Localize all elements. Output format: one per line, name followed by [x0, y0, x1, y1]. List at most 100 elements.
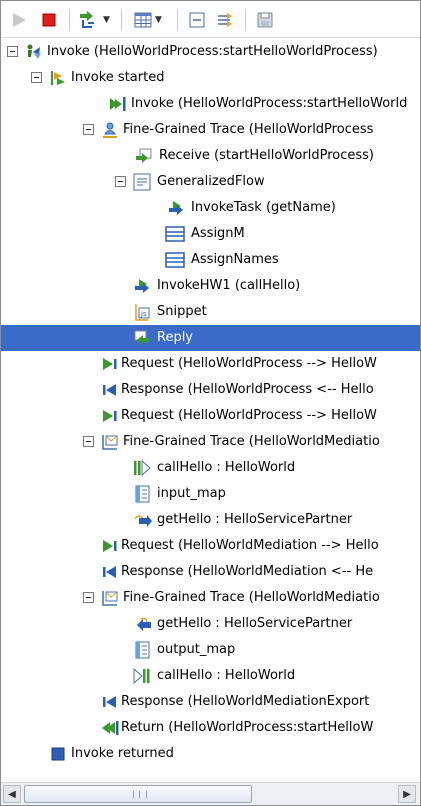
- tree-row-invoke-returned[interactable]: Invoke returned: [1, 741, 420, 767]
- mediation-trace-icon: [101, 433, 119, 451]
- tree-row-label: callHello : HelloWorld: [157, 668, 296, 683]
- tree-row-invoke-call[interactable]: Invoke (HelloWorldProcess:startHelloWorl…: [1, 91, 420, 117]
- tree-row-label: Return (HelloWorldProcess:startHelloW: [121, 720, 374, 735]
- tree-row-label: Fine-Grained Trace (HelloWorldMediatio: [123, 434, 380, 449]
- tree-row-get-hello[interactable]: getHello : HelloServicePartner: [1, 507, 420, 533]
- tree-row-request[interactable]: Request (HelloWorldProcess --> HelloW: [1, 403, 420, 429]
- request-icon: [101, 537, 119, 555]
- tree-row-label: Request (HelloWorldProcess --> HelloW: [121, 408, 377, 423]
- trace-tree: Invoke (HelloWorldProcess:startHelloWorl…: [1, 39, 420, 781]
- toolbar: ▼ ▼: [1, 1, 420, 38]
- tree-row-label: Fine-Grained Trace (HelloWorldProcess: [123, 122, 374, 137]
- tree-row-invoke-hw1[interactable]: InvokeHW1 (callHello): [1, 273, 420, 299]
- tree-row-assign-m[interactable]: AssignM: [1, 221, 420, 247]
- chevron-down-icon[interactable]: ▼: [155, 15, 162, 25]
- request-icon: [101, 355, 119, 373]
- tree-row-label: GeneralizedFlow: [157, 174, 265, 189]
- tree-row-output-map[interactable]: output_map: [1, 637, 420, 663]
- tree-row-label: Invoke (HelloWorldProcess:startHelloWorl…: [131, 96, 408, 111]
- tree-row-label: getHello : HelloServicePartner: [157, 512, 353, 527]
- collapse-toggle[interactable]: [83, 436, 94, 447]
- step-icon[interactable]: ▼: [77, 8, 111, 32]
- tree-row-input-map[interactable]: input_map: [1, 481, 420, 507]
- grip-icon: [133, 791, 147, 798]
- map-icon: [133, 641, 151, 659]
- tree-row-invoke-task[interactable]: InvokeTask (getName): [1, 195, 420, 221]
- tree-row-label: Invoke (HelloWorldProcess:startHelloWorl…: [47, 44, 378, 59]
- collapse-toggle[interactable]: [83, 124, 94, 135]
- toolbar-separator: [177, 9, 178, 31]
- collapse-toggle[interactable]: [115, 176, 126, 187]
- invoke-started-icon: [49, 69, 67, 87]
- tree-row-label: InvokeTask (getName): [191, 200, 336, 215]
- map-icon: [133, 485, 151, 503]
- tree-row-response-export[interactable]: Response (HelloWorldMediationExport: [1, 689, 420, 715]
- tree-row-request[interactable]: Request (HelloWorldProcess --> HelloW: [1, 351, 420, 377]
- response-icon: [101, 693, 119, 711]
- tree-row-label: Snippet: [157, 304, 207, 319]
- return-icon: [101, 719, 119, 737]
- collapse-toggle[interactable]: [31, 72, 42, 83]
- tree-row-label: Fine-Grained Trace (HelloWorldMediatio: [123, 590, 380, 605]
- tree-row-label: AssignM: [191, 226, 245, 241]
- tree-row-label: AssignNames: [191, 252, 279, 267]
- tree-row-label: Invoke started: [71, 70, 165, 85]
- receive-icon: [135, 147, 153, 165]
- assign-icon: [165, 225, 185, 243]
- tree-row-mediation-trace[interactable]: Fine-Grained Trace (HelloWorldMediatio: [1, 429, 420, 455]
- partner-icon: [133, 511, 152, 529]
- trace-view: ▼ ▼ Invoke (HelloWorldProcess:startHello…: [0, 0, 421, 806]
- stop-icon[interactable]: [37, 8, 61, 32]
- mediation-trace-icon: [101, 589, 119, 607]
- tree-row-label: Response (HelloWorldMediation <-- He: [121, 564, 374, 579]
- tree-row-label: Request (HelloWorldMediation --> Hello: [121, 538, 379, 553]
- collapse-toggle[interactable]: [83, 592, 94, 603]
- run-icon[interactable]: [7, 8, 31, 32]
- tree-row-receive[interactable]: Receive (startHelloWorldProcess): [1, 143, 420, 169]
- chevron-down-icon[interactable]: ▼: [103, 15, 110, 25]
- filter-icon[interactable]: [213, 8, 237, 32]
- tree-row-request[interactable]: Request (HelloWorldMediation --> Hello: [1, 533, 420, 559]
- scroll-thumb[interactable]: [24, 785, 252, 803]
- invoke-icon: [25, 43, 43, 61]
- request-icon: [101, 407, 119, 425]
- scroll-left-icon[interactable]: ◀: [3, 785, 21, 803]
- tree-row-call-hello[interactable]: callHello : HelloWorld: [1, 455, 420, 481]
- svg-text:js: js: [140, 310, 147, 318]
- tree-row-fine-grained-trace[interactable]: Fine-Grained Trace (HelloWorldProcess: [1, 117, 420, 143]
- tree-row-label: getHello : HelloServicePartner: [157, 616, 353, 631]
- tree-row-label: callHello : HelloWorld: [157, 460, 296, 475]
- collapse-icon[interactable]: [185, 8, 209, 32]
- flow-icon: [133, 173, 151, 191]
- tree-row-snippet[interactable]: js Snippet: [1, 299, 420, 325]
- tree-row-mediation-trace[interactable]: Fine-Grained Trace (HelloWorldMediatio: [1, 585, 420, 611]
- tree-row-response[interactable]: Response (HelloWorldMediation <-- He: [1, 559, 420, 585]
- response-icon: [101, 563, 119, 581]
- tree-row-label: InvokeHW1 (callHello): [157, 278, 301, 293]
- tree-row-label: output_map: [157, 642, 236, 657]
- tree-row-call-hello-return[interactable]: callHello : HelloWorld: [1, 663, 420, 689]
- tree-row-reply[interactable]: Reply: [1, 325, 420, 351]
- tree-row-assign-names[interactable]: AssignNames: [1, 247, 420, 273]
- tree-row-label: input_map: [157, 486, 226, 501]
- invoke-task-icon: [167, 199, 185, 217]
- tree-row-invoke-root[interactable]: Invoke (HelloWorldProcess:startHelloWorl…: [1, 39, 420, 65]
- partner-return-icon: [133, 615, 151, 633]
- tree-row-response[interactable]: Response (HelloWorldProcess <-- Hello: [1, 377, 420, 403]
- table-icon[interactable]: ▼: [129, 8, 167, 32]
- toolbar-separator: [245, 9, 246, 31]
- call-icon: [133, 459, 151, 477]
- horizontal-scrollbar[interactable]: ◀ ▶: [1, 782, 420, 805]
- scroll-right-icon[interactable]: ▶: [398, 785, 416, 803]
- assign-icon: [165, 251, 185, 269]
- collapse-toggle[interactable]: [7, 46, 18, 57]
- save-icon[interactable]: [253, 8, 277, 32]
- tree-row-generalized-flow[interactable]: GeneralizedFlow: [1, 169, 420, 195]
- tree-row-invoke-started[interactable]: Invoke started: [1, 65, 420, 91]
- invoke-task-icon: [133, 277, 151, 295]
- tree-row-label: Reply: [157, 330, 194, 345]
- trace-icon: [101, 121, 119, 139]
- tree-row-get-hello-return[interactable]: getHello : HelloServicePartner: [1, 611, 420, 637]
- invoke-returned-icon: [49, 745, 67, 763]
- tree-row-return[interactable]: Return (HelloWorldProcess:startHelloW: [1, 715, 420, 741]
